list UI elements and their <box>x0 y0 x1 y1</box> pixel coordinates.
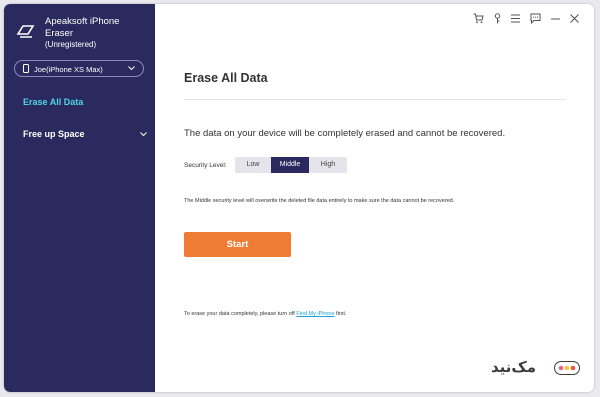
security-level-label: Security Level: <box>184 162 227 169</box>
phone-icon <box>23 64 29 73</box>
start-button[interactable]: Start <box>184 232 291 257</box>
security-level-low[interactable]: Low <box>235 157 271 173</box>
sidebar-item-erase-all-data[interactable]: Erase All Data <box>23 97 83 107</box>
chevron-down-icon[interactable] <box>140 132 147 137</box>
chevron-down-icon <box>128 66 135 71</box>
footer-note: To erase your data completely, please tu… <box>184 311 346 317</box>
main-content: Erase All Data The data on your device w… <box>155 4 594 392</box>
app-window: Apeaksoft iPhone Eraser (Unregistered) J… <box>4 4 594 392</box>
footer-text-prefix: To erase your data completely, please tu… <box>184 311 295 317</box>
sidebar: Apeaksoft iPhone Eraser (Unregistered) J… <box>4 4 155 392</box>
sidebar-item-free-up-space[interactable]: Free up Space <box>23 129 85 139</box>
page-title: Erase All Data <box>184 71 268 85</box>
find-my-iphone-link[interactable]: Find My iPhone <box>296 311 334 317</box>
watermark-text: مک‌نید <box>491 359 537 376</box>
eraser-logo-icon <box>16 25 35 38</box>
divider <box>184 99 566 100</box>
device-name: Joe(iPhone XS Max) <box>34 65 103 74</box>
watermark-logo-icon <box>554 361 580 375</box>
registration-status: (Unregistered) <box>45 40 97 49</box>
watermark: مک‌نید <box>491 356 581 380</box>
security-level-selector: Low Middle High <box>235 157 347 173</box>
security-level-high[interactable]: High <box>309 157 347 173</box>
erase-warning-text: The data on your device will be complete… <box>184 128 506 139</box>
security-level-middle[interactable]: Middle <box>271 157 309 173</box>
device-selector[interactable]: Joe(iPhone XS Max) <box>14 60 144 77</box>
security-level-description: The Middle security level will overwrite… <box>184 198 455 204</box>
app-title: Apeaksoft iPhone Eraser <box>45 16 120 39</box>
footer-text-suffix: first. <box>336 311 347 317</box>
